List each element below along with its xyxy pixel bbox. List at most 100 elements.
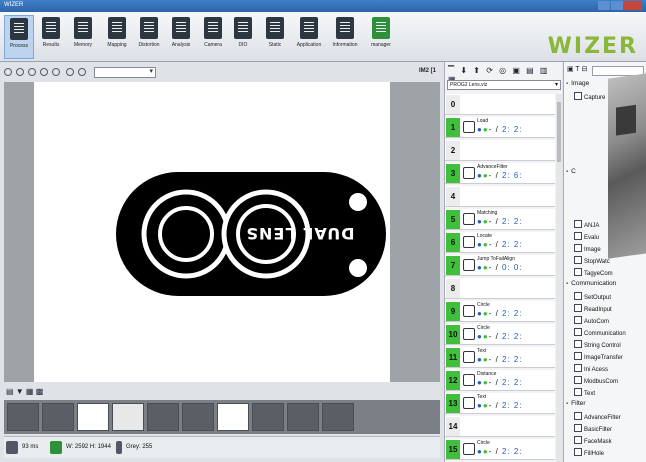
program-toolbar[interactable]: ▔ ⬇ ⬆ ⟳ ◎ ▣ ▤ ▥ ▦ (448, 66, 560, 84)
tree-item[interactable]: FaceMask (574, 436, 612, 448)
step-controls[interactable]: ●●- / 2: 2: (477, 217, 523, 226)
static-button[interactable]: Static (260, 15, 290, 59)
step-row[interactable]: 10 Circle ●●- / 2: 2: (445, 324, 555, 345)
tree-item[interactable]: BasicFilter (574, 424, 612, 436)
tree-item[interactable]: TagyeCom (574, 268, 613, 280)
dio-button[interactable]: DIO (228, 15, 258, 59)
step-controls[interactable]: ●●- / 2: 2: (477, 401, 523, 410)
step-row[interactable]: 5 Matching ●●- / 2: 2: (445, 209, 555, 230)
information-button[interactable]: Information (330, 15, 360, 59)
tree-item[interactable]: ANJA (574, 220, 599, 232)
mapping-button[interactable]: Mapping (102, 15, 132, 59)
thumbnail[interactable] (112, 403, 144, 431)
tree-item[interactable]: Communication (574, 328, 626, 340)
manager-button[interactable]: manager (366, 15, 396, 59)
step-number: 6 (446, 233, 460, 252)
process-button[interactable]: Process (4, 15, 34, 59)
tree-item[interactable]: FillHole (574, 448, 604, 460)
step-values: 2: 2: (502, 217, 523, 226)
step-row[interactable]: 13 Text ●●- / 2: 2: (445, 393, 555, 414)
advance-filter-icon (574, 412, 582, 420)
tree-item[interactable]: Capture (574, 92, 605, 104)
tree-item[interactable]: String Control (574, 340, 621, 352)
tree-item[interactable]: Image (574, 244, 601, 256)
program-file-select[interactable]: PROG2 Lens.viz (447, 80, 561, 90)
tree-item[interactable]: Text (574, 388, 595, 400)
tree-category[interactable]: C (566, 168, 576, 180)
step-controls[interactable]: ●●- / 2: 2: (477, 332, 523, 341)
step-controls[interactable]: ●●- / 2: 2: (477, 355, 523, 364)
step-controls[interactable]: ●●- / 0: 0: (477, 263, 523, 272)
memory-button[interactable]: Memory (68, 15, 98, 59)
minimize-button[interactable] (598, 1, 610, 10)
step-row[interactable]: 3 AdvanceFilter ●●- / 2: 6: (445, 163, 555, 184)
image-viewport[interactable]: DUAL LENS (4, 82, 440, 382)
tree-item[interactable]: StopWatc (574, 256, 610, 268)
step-row[interactable]: 9 Circle ●●- / 2: 2: (445, 301, 555, 322)
step-row[interactable]: 15 Circle ●●- / 2: 2: (445, 439, 555, 460)
close-button[interactable] (624, 1, 642, 10)
step-row[interactable]: 4 (445, 186, 555, 207)
step-controls[interactable]: ●●- / 2: 2: (477, 125, 523, 134)
thumbnail[interactable] (322, 403, 354, 431)
thumbnail[interactable] (182, 403, 214, 431)
distortion-button[interactable]: Distortion (134, 15, 164, 59)
step-controls[interactable]: ●●- / 2: 6: (477, 171, 523, 180)
pointer-icon[interactable] (4, 68, 12, 76)
step-controls[interactable]: ●●- / 2: 2: (477, 447, 523, 456)
filter-icon (463, 167, 475, 179)
zoom-in-icon[interactable] (16, 68, 24, 76)
thumbnail[interactable] (147, 403, 179, 431)
tree-item[interactable]: Evalu (574, 232, 599, 244)
tree-item[interactable]: ImageTransfer (574, 352, 623, 364)
roi-icon[interactable] (78, 68, 86, 76)
library-toolbar[interactable]: ▣ T ⊟ (567, 65, 587, 73)
tool-label: Information (332, 42, 358, 48)
steps-scrollbar[interactable] (556, 94, 562, 462)
step-row[interactable]: 11 Text ●●- / 2: 2: (445, 347, 555, 368)
step-row[interactable]: 7 Jump ToFailAlign ●●- / 0: 0: (445, 255, 555, 276)
thumbnail[interactable] (7, 403, 39, 431)
camera-button[interactable]: Camera (198, 15, 228, 59)
application-button[interactable]: Application (294, 15, 324, 59)
thumbnail[interactable] (287, 403, 319, 431)
step-controls[interactable]: ●●- / 2: 2: (477, 309, 523, 318)
tree-item[interactable]: AutoCom (574, 316, 609, 328)
thumbnail[interactable] (217, 403, 249, 431)
step-controls[interactable]: ●●- / 2: 2: (477, 378, 523, 387)
thumbnail[interactable] (77, 403, 109, 431)
zoom-fit-icon[interactable] (40, 68, 48, 76)
step-number: 1 (446, 118, 460, 137)
results-button[interactable]: Results (36, 15, 66, 59)
step-row[interactable]: 1 Load ●●- / 2: 2: (445, 117, 555, 138)
grid-icon[interactable] (66, 68, 74, 76)
thumbnail[interactable] (252, 403, 284, 431)
image-canvas[interactable]: DUAL LENS (34, 82, 390, 382)
tree-category[interactable]: Image (566, 80, 589, 92)
step-values: 2: 2: (502, 401, 523, 410)
step-row[interactable]: 0 (445, 94, 555, 115)
tree-item[interactable]: AdvanceFilter (574, 412, 621, 424)
analysis-button[interactable]: Analysis (166, 15, 196, 59)
step-row[interactable]: 2 (445, 140, 555, 161)
step-controls[interactable]: ●●- / 2: 2: (477, 240, 523, 249)
zoom-actual-icon[interactable] (52, 68, 60, 76)
maximize-button[interactable] (611, 1, 623, 10)
image-source-select[interactable] (94, 67, 156, 78)
tree-item[interactable]: SetOutput (574, 292, 611, 304)
tree-category[interactable]: Communication (566, 280, 616, 292)
tree-category[interactable]: Filter (566, 400, 585, 412)
step-row[interactable]: 8 (445, 278, 555, 299)
thumb-tools-icon[interactable]: ▤ ▼ ▦ ▩ (6, 387, 43, 396)
timer-icon (6, 441, 18, 454)
step-row[interactable]: 14 (445, 416, 555, 437)
tree-item[interactable]: ReadInput (574, 304, 612, 316)
scroll-thumb[interactable] (557, 102, 561, 162)
step-row[interactable]: 6 Locate ●●- / 2: 2: (445, 232, 555, 253)
image-transfer-icon (574, 352, 582, 360)
tree-item[interactable]: Ini Acess (574, 364, 608, 376)
tree-item[interactable]: ModbusCom (574, 376, 618, 388)
zoom-out-icon[interactable] (28, 68, 36, 76)
thumbnail[interactable] (42, 403, 74, 431)
step-row[interactable]: 12 Distance ●●- / 2: 2: (445, 370, 555, 391)
